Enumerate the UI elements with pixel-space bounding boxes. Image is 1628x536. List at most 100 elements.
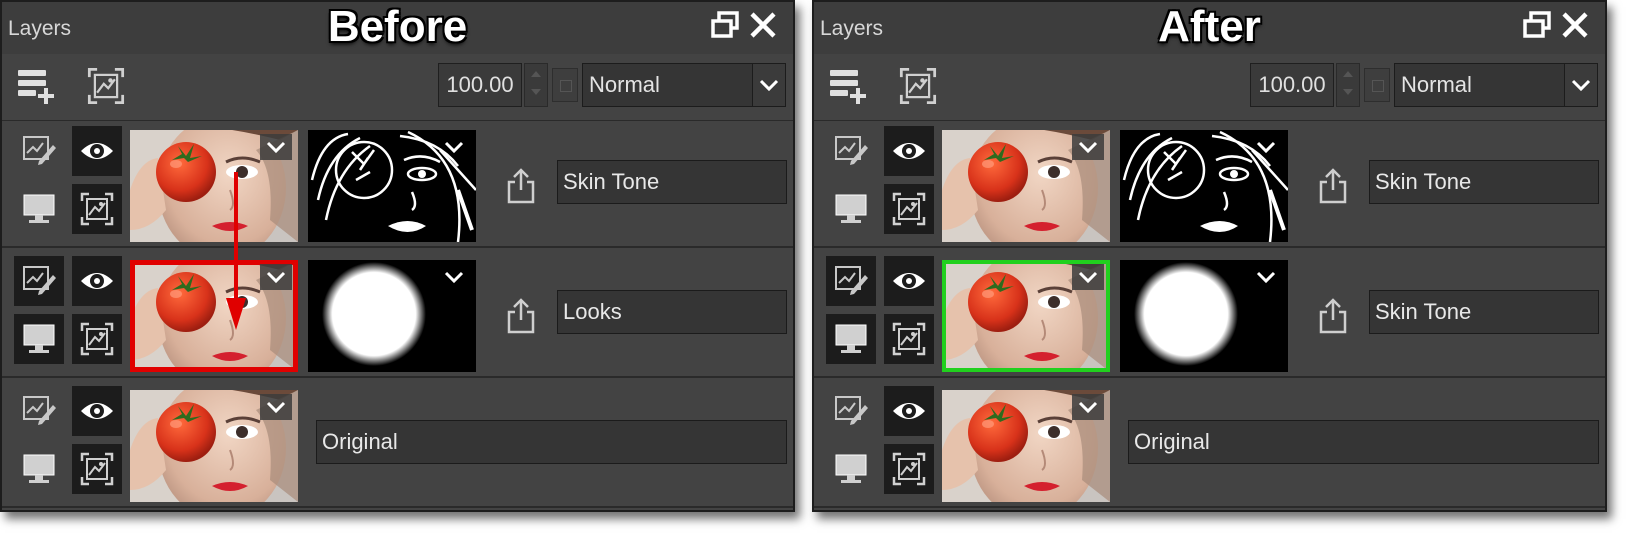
layers-toolbar: 100.00 Normal bbox=[2, 54, 793, 121]
share-icon[interactable] bbox=[1318, 168, 1348, 204]
layer-name-field[interactable]: Skin Tone bbox=[1369, 290, 1599, 334]
after-caption: After bbox=[1158, 2, 1261, 51]
drag-arrow-annotation bbox=[226, 172, 246, 330]
add-layer-icon[interactable] bbox=[828, 66, 868, 106]
monitor-icon bbox=[833, 191, 869, 227]
mask-toggle[interactable] bbox=[884, 184, 934, 234]
close-icon[interactable] bbox=[1560, 10, 1590, 40]
chevron-down-icon[interactable] bbox=[260, 394, 292, 420]
mask-thumbnail[interactable] bbox=[308, 130, 476, 242]
lock-opacity-toggle[interactable] bbox=[1364, 68, 1390, 102]
eye-icon bbox=[79, 393, 115, 429]
chevron-down-icon[interactable] bbox=[1072, 394, 1104, 420]
mask-icon bbox=[79, 321, 115, 357]
edit-layer-button[interactable] bbox=[14, 386, 64, 436]
opacity-stepper[interactable] bbox=[1336, 63, 1360, 107]
layer-row[interactable]: Skin Tone bbox=[814, 252, 1605, 378]
chevron-down-icon[interactable] bbox=[1250, 264, 1282, 290]
mask-toggle[interactable] bbox=[72, 444, 122, 494]
visibility-toggle[interactable] bbox=[884, 126, 934, 176]
blend-mode-dropdown-button[interactable] bbox=[1564, 63, 1598, 107]
share-icon[interactable] bbox=[1318, 298, 1348, 334]
mask-toggle[interactable] bbox=[72, 314, 122, 364]
edit-layer-button[interactable] bbox=[14, 256, 64, 306]
mask-thumbnail[interactable] bbox=[308, 260, 476, 372]
mask-icon bbox=[891, 451, 927, 487]
visibility-toggle[interactable] bbox=[72, 386, 122, 436]
panel-titlebar: Layers After bbox=[814, 2, 1605, 54]
mask-icon bbox=[79, 191, 115, 227]
layer-thumbnail[interactable] bbox=[942, 130, 1110, 242]
restore-window-icon[interactable] bbox=[1522, 10, 1552, 40]
mask-icon bbox=[891, 321, 927, 357]
layer-row[interactable]: Original bbox=[814, 382, 1605, 508]
visibility-toggle[interactable] bbox=[72, 256, 122, 306]
layer-name-field[interactable]: Original bbox=[1128, 420, 1599, 464]
chevron-down-icon[interactable] bbox=[438, 264, 470, 290]
display-toggle[interactable] bbox=[14, 314, 64, 364]
display-toggle[interactable] bbox=[826, 184, 876, 234]
chevron-down-icon[interactable] bbox=[1072, 134, 1104, 160]
layer-thumbnail[interactable] bbox=[130, 390, 298, 502]
chevron-down-icon[interactable] bbox=[260, 264, 292, 290]
layer-name-field[interactable]: Looks bbox=[557, 290, 787, 334]
visibility-toggle[interactable] bbox=[884, 386, 934, 436]
layers-panel-before: Layers Before 100.00 Normal Skin Tone Lo… bbox=[0, 0, 795, 512]
edit-icon bbox=[833, 133, 869, 169]
opacity-input[interactable]: 100.00 bbox=[438, 63, 522, 107]
monitor-icon bbox=[833, 321, 869, 357]
close-icon[interactable] bbox=[748, 10, 778, 40]
layer-name-field[interactable]: Skin Tone bbox=[1369, 160, 1599, 204]
layer-name-field[interactable]: Original bbox=[316, 420, 787, 464]
display-toggle[interactable] bbox=[826, 314, 876, 364]
restore-window-icon[interactable] bbox=[710, 10, 740, 40]
blend-mode-dropdown-button[interactable] bbox=[752, 63, 786, 107]
monitor-icon bbox=[21, 191, 57, 227]
share-icon[interactable] bbox=[506, 168, 536, 204]
layer-thumbnail[interactable] bbox=[942, 390, 1110, 502]
layer-row[interactable]: Skin Tone bbox=[814, 122, 1605, 248]
edit-layer-button[interactable] bbox=[826, 386, 876, 436]
display-toggle[interactable] bbox=[14, 184, 64, 234]
visibility-toggle[interactable] bbox=[884, 256, 934, 306]
mask-toggle[interactable] bbox=[884, 444, 934, 494]
layer-thumbnail[interactable] bbox=[130, 130, 298, 242]
chevron-down-icon[interactable] bbox=[1072, 264, 1104, 290]
eye-icon bbox=[891, 133, 927, 169]
chevron-down-icon bbox=[1565, 64, 1597, 106]
mask-thumbnail[interactable] bbox=[1120, 130, 1288, 242]
edit-layer-button[interactable] bbox=[826, 256, 876, 306]
chevron-down-icon bbox=[753, 64, 785, 106]
lock-opacity-toggle[interactable] bbox=[552, 68, 578, 102]
layer-thumbnail-selected[interactable] bbox=[942, 260, 1110, 372]
mask-toggle[interactable] bbox=[884, 314, 934, 364]
opacity-stepper[interactable] bbox=[524, 63, 548, 107]
layer-row[interactable]: Original bbox=[2, 382, 793, 508]
mask-thumbnail[interactable] bbox=[1120, 260, 1288, 372]
layers-panel-after: Layers After 100.00 Normal Skin Tone Ski… bbox=[812, 0, 1607, 512]
before-caption: Before bbox=[327, 2, 468, 51]
layer-thumbnail-selected[interactable] bbox=[130, 260, 298, 372]
edit-icon bbox=[21, 393, 57, 429]
chevron-down-icon[interactable] bbox=[1250, 134, 1282, 160]
eye-icon bbox=[891, 263, 927, 299]
layer-name-field[interactable]: Skin Tone bbox=[557, 160, 787, 204]
add-mask-icon[interactable] bbox=[86, 66, 126, 106]
edit-icon bbox=[833, 393, 869, 429]
chevron-down-icon[interactable] bbox=[260, 134, 292, 160]
layer-row[interactable]: Skin Tone bbox=[2, 122, 793, 248]
edit-layer-button[interactable] bbox=[14, 126, 64, 176]
display-toggle[interactable] bbox=[826, 444, 876, 494]
add-layer-icon[interactable] bbox=[16, 66, 56, 106]
visibility-toggle[interactable] bbox=[72, 126, 122, 176]
monitor-icon bbox=[833, 451, 869, 487]
chevron-down-icon[interactable] bbox=[438, 134, 470, 160]
add-mask-icon[interactable] bbox=[898, 66, 938, 106]
monitor-icon bbox=[21, 321, 57, 357]
opacity-input[interactable]: 100.00 bbox=[1250, 63, 1334, 107]
mask-toggle[interactable] bbox=[72, 184, 122, 234]
share-icon[interactable] bbox=[506, 298, 536, 334]
display-toggle[interactable] bbox=[14, 444, 64, 494]
edit-layer-button[interactable] bbox=[826, 126, 876, 176]
layer-row[interactable]: Looks bbox=[2, 252, 793, 378]
